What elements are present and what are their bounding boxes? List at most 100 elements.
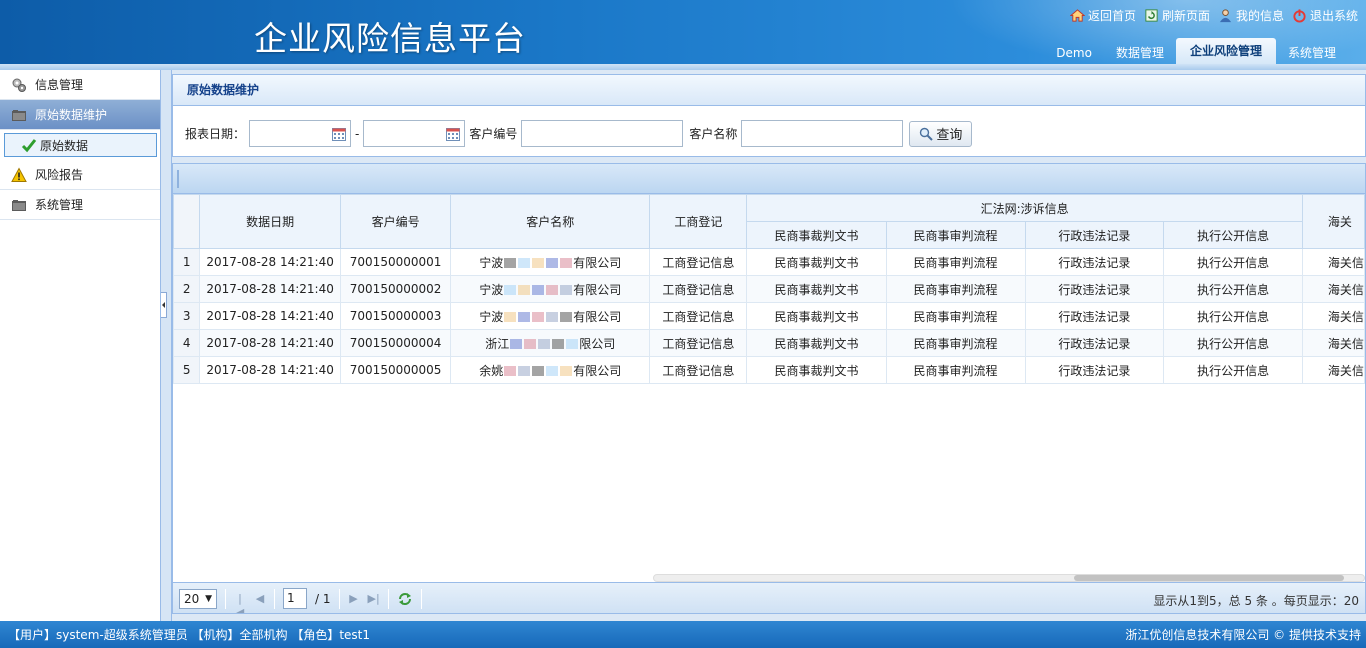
sidebar-item-system-management[interactable]: 系统管理 — [0, 190, 160, 220]
gears-icon — [12, 78, 26, 92]
date-to-field[interactable] — [363, 120, 466, 147]
civil-trial-process-cell: 民商事审判流程 — [885, 356, 1026, 384]
first-page-icon[interactable]: |◀ — [234, 592, 246, 614]
business-reg-cell: 工商登记信息 — [649, 329, 748, 357]
panel-title: 原始数据维护 — [173, 75, 1365, 106]
header-customer-no[interactable]: 客户编号 — [339, 194, 452, 249]
redacted-block — [524, 339, 537, 349]
redacted-block — [518, 312, 531, 322]
page-size-select[interactable]: 20 ▼ — [179, 588, 217, 609]
tab-data-management[interactable]: 数据管理 — [1104, 42, 1176, 64]
scrollbar-thumb[interactable] — [1074, 575, 1344, 581]
header-customs[interactable]: 海关 — [1301, 194, 1365, 249]
table-row[interactable]: 3 2017-08-28 14:21:40 700150000003 宁波 有限公司 工商… — [173, 302, 1365, 330]
search-button-label: 查询 — [936, 128, 963, 143]
folder-icon — [12, 199, 26, 211]
table-row[interactable]: 5 2017-08-28 14:21:40 700150000005 余姚 有限公司 工商… — [173, 356, 1365, 384]
logout-link[interactable]: 退出系统 — [1292, 7, 1358, 24]
header-customer-name[interactable]: 客户名称 — [450, 194, 651, 249]
customer-name-suffix: 限公司 — [579, 336, 616, 351]
customer-name-suffix: 有限公司 — [573, 309, 622, 324]
next-page-icon[interactable]: ▶ — [348, 592, 360, 606]
customer-no-input[interactable] — [521, 120, 684, 147]
civil-judgment-cell: 民商事裁判文书 — [746, 248, 887, 276]
status-footer: 【用户】system-超级系统管理员 【机构】全部机构 【角色】test1 浙江… — [0, 621, 1366, 648]
last-page-icon[interactable]: ▶| — [368, 592, 380, 606]
redacted-block — [518, 285, 531, 295]
enforcement-info-cell: 执行公开信息 — [1163, 329, 1303, 357]
tab-enterprise-risk[interactable]: 企业风险管理 — [1175, 38, 1276, 64]
logout-label: 退出系统 — [1309, 9, 1358, 23]
redacted-block — [504, 258, 517, 268]
customer-name-prefix: 宁波 — [479, 309, 504, 324]
my-info-link[interactable]: 我的信息 — [1218, 7, 1284, 24]
current-page-input[interactable]: 1 — [283, 588, 307, 609]
my-info-label: 我的信息 — [1235, 9, 1284, 23]
table-row[interactable]: 2 2017-08-28 14:21:40 700150000002 宁波 有限公司 工商… — [173, 275, 1365, 303]
data-date-cell: 2017-08-28 14:21:40 — [199, 275, 341, 303]
redacted-block — [538, 339, 551, 349]
header-data-date[interactable]: 数据日期 — [199, 194, 341, 249]
app-header: 企业风险信息平台 返回首页 刷新页面 我的信息 退出系统 Demo 数据管理 企… — [0, 0, 1366, 64]
row-number-cell: 2 — [173, 275, 201, 303]
redacted-block — [532, 258, 545, 268]
tab-demo[interactable]: Demo — [1044, 42, 1104, 64]
refresh-page-link[interactable]: 刷新页面 — [1144, 7, 1210, 24]
footer-copyright: 浙江优创信息技术有限公司 © 提供技术支持 — [1125, 628, 1361, 642]
customer-name-cell: 宁波 有限公司 — [450, 248, 651, 276]
redacted-block — [504, 312, 517, 322]
customer-name-prefix: 余姚 — [479, 363, 504, 378]
redacted-block — [560, 285, 573, 295]
table-row[interactable]: 4 2017-08-28 14:21:40 700150000004 浙江 限公司 工商登… — [173, 329, 1365, 357]
redacted-block — [546, 258, 559, 268]
redacted-block — [504, 285, 517, 295]
customer-name-suffix: 有限公司 — [573, 363, 622, 378]
collapse-sidebar-button[interactable] — [161, 292, 167, 318]
sidebar-subitem-raw-data[interactable]: 原始数据 — [4, 133, 157, 157]
row-number-cell: 3 — [173, 302, 201, 330]
header-divider — [0, 64, 1366, 70]
customer-no-cell: 700150000005 — [339, 356, 452, 384]
row-number-cell: 4 — [173, 329, 201, 357]
header-civil-trial-process[interactable]: 民商事审判流程 — [885, 221, 1026, 249]
data-date-cell: 2017-08-28 14:21:40 — [199, 302, 341, 330]
redacted-block — [532, 366, 545, 376]
refresh-page-label: 刷新页面 — [1161, 9, 1210, 23]
home-link-label: 返回首页 — [1087, 9, 1136, 23]
redacted-block — [546, 366, 559, 376]
reload-icon[interactable] — [397, 591, 413, 607]
sidebar-item-info-management[interactable]: 信息管理 — [0, 70, 160, 100]
admin-violation-cell: 行政违法记录 — [1024, 248, 1165, 276]
sidebar-item-label: 系统管理 — [35, 198, 84, 212]
page-size-value: 20 — [184, 591, 200, 606]
calendar-icon[interactable] — [332, 127, 347, 141]
calendar-icon[interactable] — [446, 127, 461, 141]
sidebar-item-raw-data-maintenance[interactable]: 原始数据维护 — [0, 100, 160, 130]
grid-toolbar — [173, 164, 1365, 194]
power-icon — [1293, 9, 1306, 23]
civil-judgment-cell: 民商事裁判文书 — [746, 356, 887, 384]
sidebar: 信息管理 原始数据维护 原始数据 风险报告 系统管理 — [0, 70, 161, 621]
search-button[interactable]: 查询 — [909, 120, 973, 147]
date-from-field[interactable] — [249, 120, 352, 147]
pager-separator — [274, 588, 275, 609]
header-admin-violation[interactable]: 行政违法记录 — [1024, 221, 1165, 249]
home-link[interactable]: 返回首页 — [1069, 7, 1136, 24]
sidebar-item-label: 风险报告 — [35, 168, 84, 182]
table-row[interactable]: 1 2017-08-28 14:21:40 700150000001 宁波 有限公司 工商… — [173, 248, 1365, 276]
sidebar-subitem-label: 原始数据 — [40, 138, 89, 153]
customer-name-input[interactable] — [741, 120, 904, 147]
header-civil-judgment[interactable]: 民商事裁判文书 — [746, 221, 887, 249]
sidebar-item-risk-report[interactable]: 风险报告 — [0, 160, 160, 190]
horizontal-scrollbar[interactable] — [653, 574, 1365, 582]
header-enforcement-info[interactable]: 执行公开信息 — [1163, 221, 1303, 249]
header-business-reg[interactable]: 工商登记 — [649, 194, 748, 249]
prev-page-icon[interactable]: ◀ — [254, 592, 266, 606]
sidebar-splitter[interactable] — [161, 70, 172, 621]
customs-info-cell: 海关信 — [1301, 248, 1365, 276]
tab-system-management[interactable]: 系统管理 — [1276, 42, 1348, 64]
civil-trial-process-cell: 民商事审判流程 — [885, 302, 1026, 330]
report-date-label: 报表日期： — [185, 127, 246, 141]
pager-separator — [420, 588, 422, 609]
data-date-cell: 2017-08-28 14:21:40 — [199, 329, 341, 357]
